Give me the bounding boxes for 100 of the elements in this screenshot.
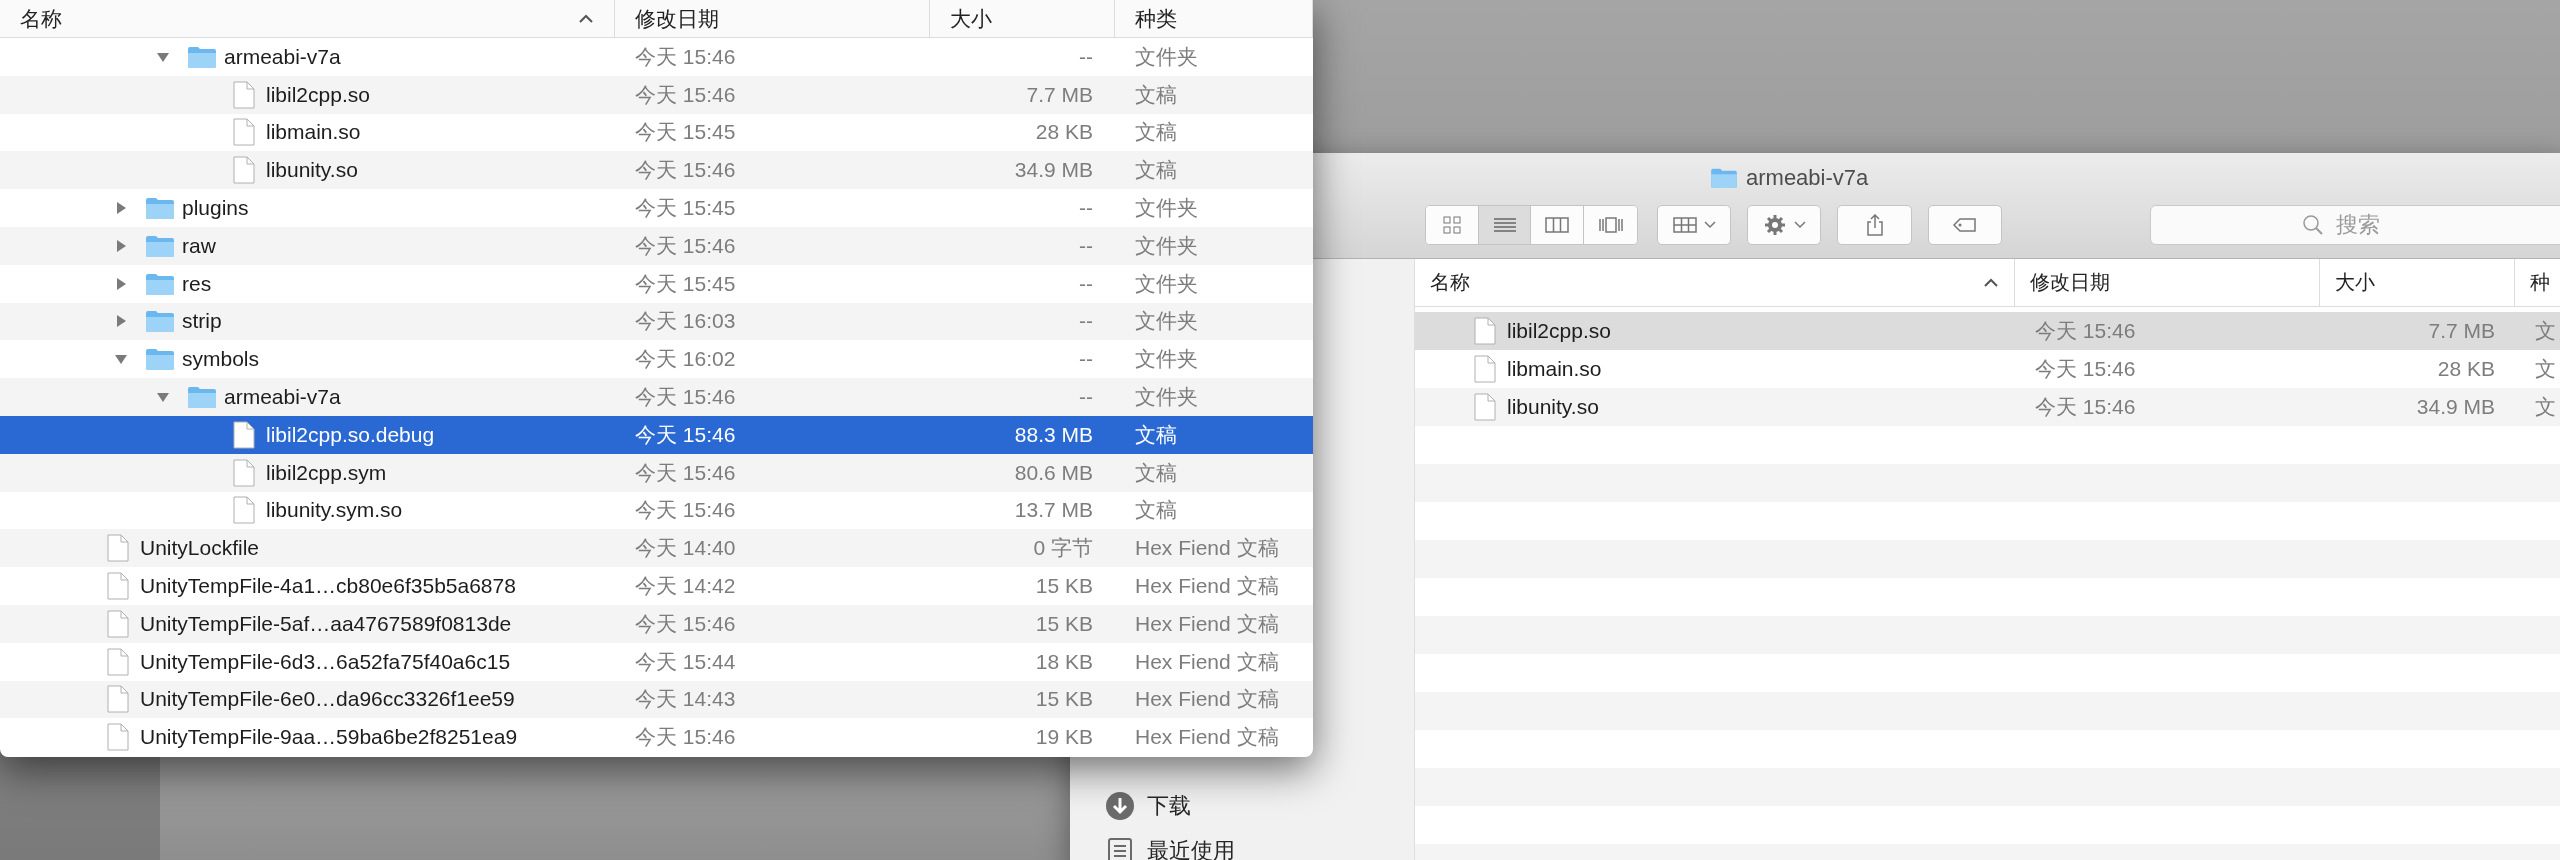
modified-date: 今天 15:46: [634, 81, 737, 108]
column-header[interactable]: 大小: [930, 0, 1115, 37]
file-row[interactable]: libunity.sym.so 今天 15:46 13.7 MB 文稿: [0, 491, 1313, 530]
window-title: armeabi-v7a: [1746, 165, 1869, 191]
file-kind: Hex Fiend 文稿: [1134, 610, 1280, 637]
file-kind: 文稿: [1134, 459, 1178, 486]
file-row[interactable]: libil2cpp.so.debug 今天 15:46 88.3 MB 文稿: [0, 415, 1313, 454]
disclosure-triangle-icon[interactable]: [114, 276, 128, 291]
sort-caret-icon[interactable]: [1983, 276, 1999, 289]
modified-date: 今天 15:46: [634, 43, 737, 70]
file-row[interactable]: res 今天 15:45 -- 文件夹: [0, 264, 1313, 303]
file-kind: Hex Fiend 文稿: [1134, 686, 1280, 713]
disclosure-triangle-icon[interactable]: [114, 238, 128, 253]
file-kind: 文件夹: [1134, 270, 1199, 297]
file-name: plugins: [182, 196, 249, 221]
column-header[interactable]: 名称: [0, 0, 615, 37]
file-size: --: [1078, 347, 1094, 372]
file-row[interactable]: plugins 今天 15:45 -- 文件夹: [0, 189, 1313, 227]
document-icon: [107, 609, 129, 638]
column-header[interactable]: 修改日期: [615, 0, 930, 37]
sidebar-item[interactable]: 下载: [1147, 790, 1191, 821]
file-kind: 文件夹: [1134, 308, 1199, 335]
file-row[interactable]: UnityTempFile-6d3…6a52fa75f40a6c15 今天 15:44 18 KB Hex Fiend 文稿: [0, 642, 1313, 681]
disclosure-triangle-icon[interactable]: [114, 314, 128, 329]
file-kind: 文稿: [1134, 81, 1178, 108]
file-row[interactable]: libunity.so 今天 15:46 34.9 MB 文: [1415, 388, 2560, 426]
file-name: UnityTempFile-6e0…da96cc3326f1ee59: [140, 687, 515, 712]
file-kind: 文件夹: [1134, 43, 1199, 70]
action-button[interactable]: [1747, 205, 1822, 245]
file-row[interactable]: UnityTempFile-6e0…da96cc3326f1ee59 今天 14:43 15 KB Hex Fiend 文稿: [0, 680, 1313, 719]
document-icon: [233, 458, 255, 487]
file-row[interactable]: strip 今天 16:03 -- 文件夹: [0, 302, 1313, 341]
file-row[interactable]: UnityLockfile 今天 14:40 0 字节 Hex Fiend 文稿: [0, 529, 1313, 568]
file-size: --: [1078, 44, 1094, 69]
modified-date: 今天 15:46: [634, 459, 737, 486]
file-row[interactable]: armeabi-v7a 今天 15:46 -- 文件夹: [0, 38, 1313, 76]
document-icon: [107, 723, 129, 752]
file-row[interactable]: raw 今天 15:46 -- 文件夹: [0, 227, 1313, 265]
folder-icon: [1710, 167, 1738, 189]
document-icon: [1474, 355, 1496, 383]
file-size: 28 KB: [2436, 357, 2496, 381]
file-size: 15 KB: [1034, 687, 1094, 712]
file-row[interactable]: UnityTempFile-9aa…59ba6be2f8251ea9 今天 15:46 19 KB Hex Fiend 文稿: [0, 718, 1313, 757]
modified-date: 今天 15:46: [634, 157, 737, 184]
file-row[interactable]: libil2cpp.so 今天 15:46 7.7 MB 文稿: [0, 75, 1313, 114]
folder-icon: [145, 271, 175, 296]
modified-date: 今天 15:44: [634, 648, 737, 675]
group-button[interactable]: [1656, 205, 1732, 245]
file-row[interactable]: libil2cpp.sym 今天 15:46 80.6 MB 文稿: [0, 453, 1313, 492]
modified-date: 今天 15:46: [634, 384, 737, 411]
search-field[interactable]: 搜索: [2150, 205, 2560, 245]
chevron-down-icon: [1794, 221, 1807, 229]
column-header[interactable]: 修改日期: [2015, 259, 2320, 306]
file-name: raw: [182, 233, 216, 258]
sort-caret-icon[interactable]: [578, 12, 594, 25]
column-header[interactable]: 种类: [1115, 0, 1313, 37]
file-name: UnityLockfile: [140, 536, 260, 561]
file-size: 7.7 MB: [2427, 319, 2496, 343]
file-row[interactable]: UnityTempFile-4a1…cb80e6f35b5a6878 今天 14:42 15 KB Hex Fiend 文稿: [0, 567, 1313, 605]
view-mode-control[interactable]: [1425, 205, 1638, 245]
sidebar-item[interactable]: 最近使用: [1147, 835, 1235, 860]
file-name: strip: [182, 309, 222, 334]
file-name: symbols: [182, 347, 260, 372]
modified-date: 今天 15:46: [634, 232, 737, 259]
file-row[interactable]: libmain.so 今天 15:46 28 KB 文: [1415, 350, 2560, 388]
modified-date: 今天 15:46: [2034, 356, 2137, 382]
modified-date: 今天 15:45: [634, 270, 737, 297]
file-row[interactable]: libmain.so 今天 15:45 28 KB 文稿: [0, 113, 1313, 152]
file-name: libmain.so: [1507, 357, 1602, 381]
file-name: libil2cpp.so.debug: [266, 422, 435, 447]
file-name: libunity.sym.so: [266, 498, 403, 523]
file-name: libunity.so: [1507, 395, 1599, 419]
column-header[interactable]: 大小: [2320, 259, 2515, 306]
modified-date: 今天 16:02: [634, 346, 737, 373]
document-icon: [233, 118, 255, 147]
modified-date: 今天 14:42: [634, 573, 737, 600]
file-name: UnityTempFile-9aa…59ba6be2f8251ea9: [140, 725, 518, 750]
file-row[interactable]: symbols 今天 16:02 -- 文件夹: [0, 340, 1313, 379]
file-size: 0 字节: [1032, 535, 1094, 562]
column-header[interactable]: 种: [2515, 259, 2560, 306]
file-row[interactable]: UnityTempFile-5af…aa4767589f0813de 今天 15:46 15 KB Hex Fiend 文稿: [0, 604, 1313, 643]
chevron-down-icon: [1704, 221, 1717, 229]
file-name: UnityTempFile-4a1…cb80e6f35b5a6878: [140, 574, 516, 599]
file-row[interactable]: armeabi-v7a 今天 15:46 -- 文件夹: [0, 378, 1313, 416]
document-icon: [233, 80, 255, 109]
tag-button[interactable]: [1927, 205, 2002, 245]
file-row[interactable]: libil2cpp.so 今天 15:46 7.7 MB 文: [1415, 312, 2560, 350]
modified-date: 今天 14:40: [634, 535, 737, 562]
view-mode-button[interactable]: [1478, 206, 1532, 244]
file-size: 18 KB: [1034, 649, 1094, 674]
document-icon: [233, 496, 255, 525]
share-button[interactable]: [1837, 205, 1912, 245]
disclosure-triangle-icon[interactable]: [114, 201, 128, 216]
folder-icon: [187, 44, 217, 69]
modified-date: 今天 16:03: [634, 308, 737, 335]
file-size: 34.9 MB: [1013, 158, 1094, 183]
column-header[interactable]: 名称: [1415, 259, 2015, 306]
document-icon: [107, 572, 129, 601]
file-row[interactable]: libunity.so 今天 15:46 34.9 MB 文稿: [0, 151, 1313, 190]
modified-date: 今天 15:45: [634, 119, 737, 146]
